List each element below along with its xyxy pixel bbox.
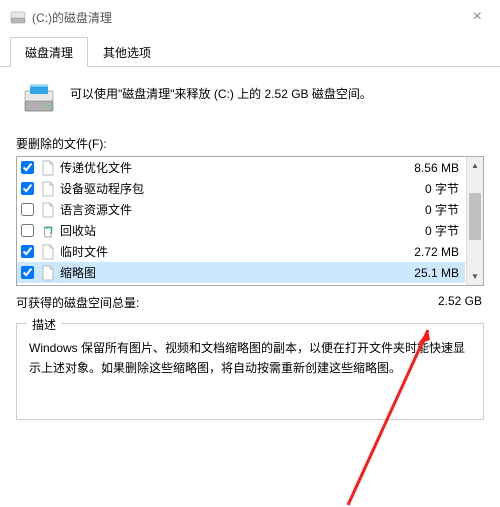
tab-disk-cleanup[interactable]: 磁盘清理 bbox=[10, 37, 88, 67]
file-name: 临时文件 bbox=[60, 243, 389, 260]
scroll-track[interactable] bbox=[467, 174, 483, 268]
description-group: 描述 Windows 保留所有图片、视频和文档缩略图的副本，以便在打开文件夹时能… bbox=[16, 323, 484, 420]
file-icon bbox=[40, 181, 56, 197]
content: 可以使用"磁盘清理"来释放 (C:) 上的 2.52 GB 磁盘空间。 要删除的… bbox=[0, 67, 500, 430]
file-checkbox[interactable] bbox=[21, 203, 34, 216]
total-label: 可获得的磁盘空间总量: bbox=[16, 294, 139, 311]
tab-other-options[interactable]: 其他选项 bbox=[88, 37, 166, 67]
file-checkbox[interactable] bbox=[21, 161, 34, 174]
scrollbar[interactable]: ▲ ▼ bbox=[466, 157, 483, 285]
tab-bar: 磁盘清理 其他选项 bbox=[0, 36, 500, 67]
file-size: 8.56 MB bbox=[389, 161, 459, 175]
file-row[interactable]: 传递优化文件8.56 MB bbox=[17, 157, 465, 178]
file-row[interactable]: 回收站0 字节 bbox=[17, 220, 465, 241]
file-list: 传递优化文件8.56 MB设备驱动程序包0 字节语言资源文件0 字节回收站0 字… bbox=[16, 156, 484, 286]
file-checkbox[interactable] bbox=[21, 182, 34, 195]
description-text: Windows 保留所有图片、视频和文档缩略图的副本，以便在打开文件夹时能快速显… bbox=[29, 338, 471, 379]
file-size: 0 字节 bbox=[389, 180, 459, 197]
drive-icon bbox=[10, 9, 26, 25]
file-name: 语言资源文件 bbox=[60, 201, 389, 218]
scroll-thumb[interactable] bbox=[469, 193, 481, 240]
files-label: 要删除的文件(F): bbox=[16, 135, 484, 152]
file-name: 设备驱动程序包 bbox=[60, 180, 389, 197]
close-button[interactable]: × bbox=[465, 6, 490, 28]
file-icon bbox=[40, 160, 56, 176]
file-icon bbox=[40, 244, 56, 260]
total-row: 可获得的磁盘空间总量: 2.52 GB bbox=[16, 294, 484, 311]
file-row[interactable]: 语言资源文件0 字节 bbox=[17, 199, 465, 220]
file-size: 2.72 MB bbox=[389, 245, 459, 259]
file-row[interactable]: 缩略图25.1 MB bbox=[17, 262, 465, 283]
file-size: 0 字节 bbox=[389, 201, 459, 218]
file-row[interactable]: 临时文件2.72 MB bbox=[17, 241, 465, 262]
file-checkbox[interactable] bbox=[21, 224, 34, 237]
description-legend: 描述 bbox=[27, 316, 61, 333]
intro-text: 可以使用"磁盘清理"来释放 (C:) 上的 2.52 GB 磁盘空间。 bbox=[70, 81, 372, 104]
scroll-up-button[interactable]: ▲ bbox=[467, 157, 483, 174]
total-value: 2.52 GB bbox=[438, 294, 482, 311]
file-name: 回收站 bbox=[60, 222, 389, 239]
file-name: 缩略图 bbox=[60, 264, 389, 281]
file-size: 0 字节 bbox=[389, 222, 459, 239]
file-size: 25.1 MB bbox=[389, 266, 459, 280]
file-icon bbox=[40, 265, 56, 281]
file-row[interactable]: 设备驱动程序包0 字节 bbox=[17, 178, 465, 199]
window-title: (C:)的磁盘清理 bbox=[32, 9, 112, 26]
file-name: 传递优化文件 bbox=[60, 159, 389, 176]
cleanup-drive-icon bbox=[22, 81, 56, 115]
file-icon bbox=[40, 202, 56, 218]
recycle-bin-icon bbox=[40, 223, 56, 239]
scroll-down-button[interactable]: ▼ bbox=[467, 268, 483, 285]
intro-row: 可以使用"磁盘清理"来释放 (C:) 上的 2.52 GB 磁盘空间。 bbox=[16, 81, 484, 115]
titlebar: (C:)的磁盘清理 bbox=[0, 0, 500, 32]
file-checkbox[interactable] bbox=[21, 245, 34, 258]
file-checkbox[interactable] bbox=[21, 266, 34, 279]
